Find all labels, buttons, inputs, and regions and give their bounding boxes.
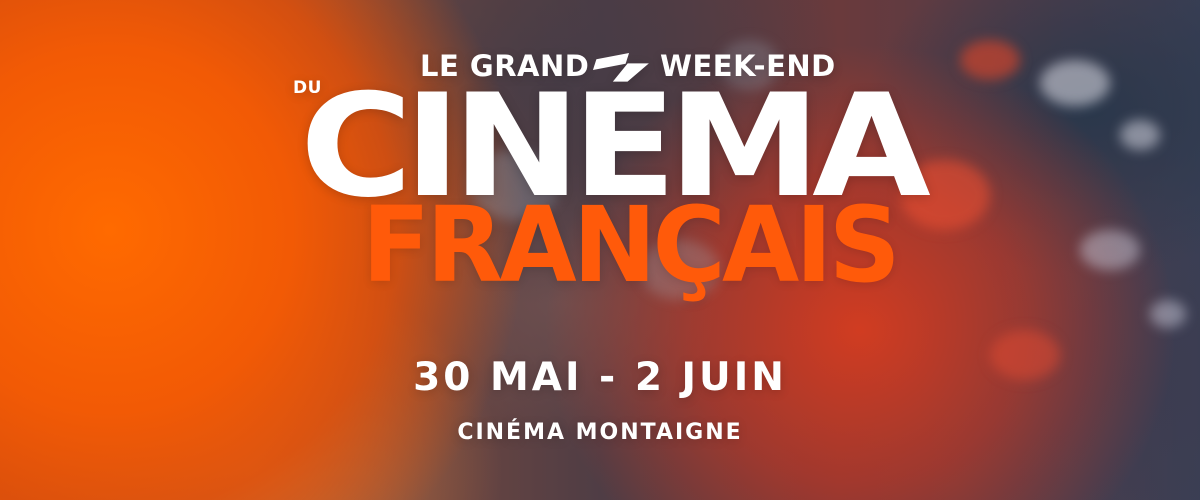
bokeh-light xyxy=(1080,230,1140,270)
bokeh-light xyxy=(1120,120,1160,150)
bokeh-light xyxy=(1150,300,1186,328)
event-title-sub: FRANÇAIS xyxy=(362,184,901,306)
event-dates: 30 MAI - 2 JUIN xyxy=(413,355,787,400)
bokeh-light xyxy=(960,40,1020,80)
bokeh-light xyxy=(1040,60,1110,106)
event-banner: LE GRAND WEEK-END DU CINÉMA FRANÇAIS 30 … xyxy=(0,0,1200,500)
event-venue: CINÉMA MONTAIGNE xyxy=(457,420,743,445)
